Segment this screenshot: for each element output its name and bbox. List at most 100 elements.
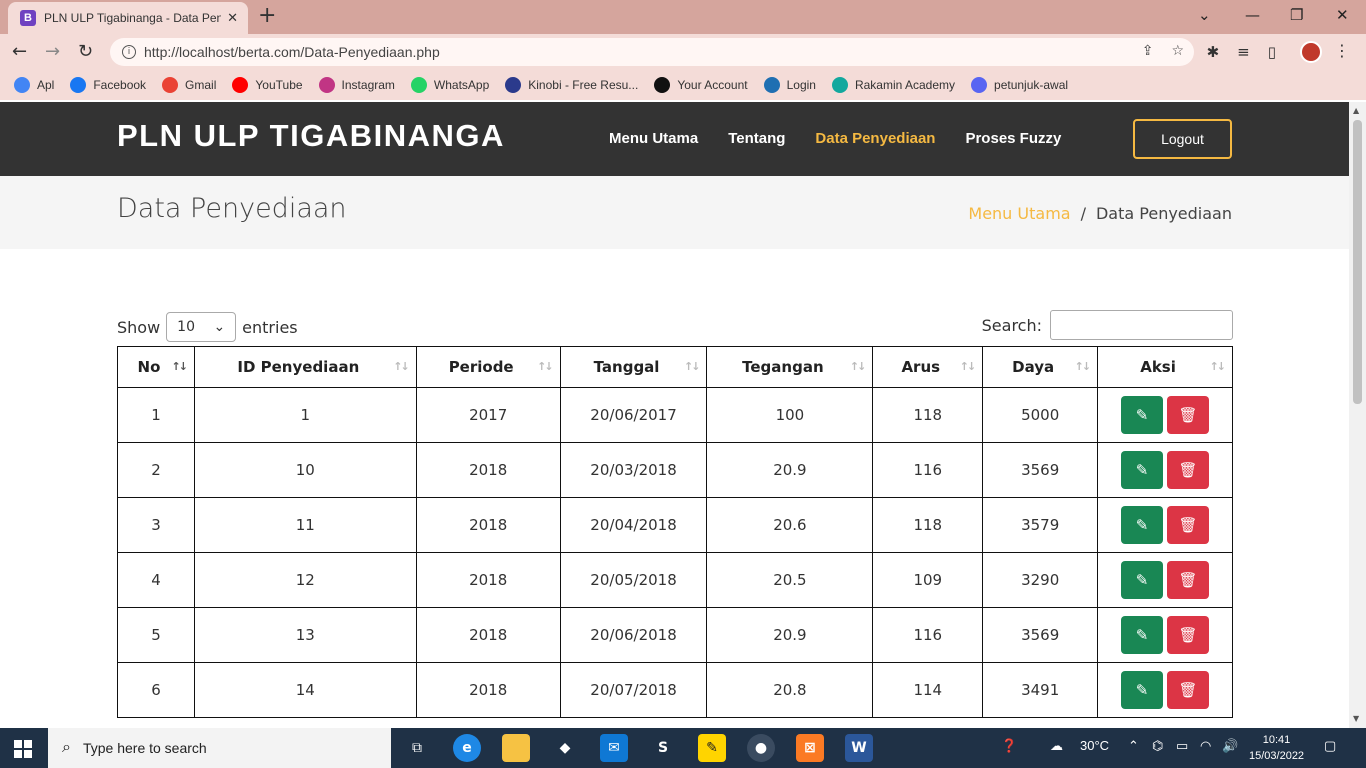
bookmark-star-icon[interactable]: ☆ — [1171, 43, 1184, 59]
windows-start-icon[interactable] — [14, 740, 32, 758]
sublime-icon[interactable]: S — [649, 734, 677, 762]
profile-avatar[interactable] — [1300, 41, 1322, 63]
help-icon[interactable]: ❓ — [1001, 738, 1017, 754]
site-info-icon[interactable]: i — [122, 45, 136, 59]
edit-button[interactable]: ✎ — [1121, 506, 1164, 544]
page-length-select[interactable]: 10 ⌄ — [166, 312, 237, 342]
bookmark-item[interactable]: Kinobi - Free Resu... — [505, 77, 638, 93]
weather-cloud-icon[interactable]: ☁ — [1050, 738, 1063, 754]
reload-icon[interactable]: ↻ — [78, 41, 93, 62]
sticky-notes-icon[interactable]: ✎ — [698, 734, 726, 762]
bookmark-label: Facebook — [93, 78, 147, 92]
site-brand[interactable]: PLN ULP TIGABINANGA — [117, 118, 505, 154]
nav-data-penyediaan[interactable]: Data Penyediaan — [815, 130, 935, 147]
column-header[interactable]: Aksi ↑↓ — [1097, 346, 1233, 388]
bookmark-item[interactable]: Gmail — [162, 77, 216, 93]
back-icon[interactable]: ← — [12, 41, 27, 62]
search-label: Search: — [981, 315, 1042, 335]
bookmark-item[interactable]: Instagram — [318, 77, 395, 93]
table-cell-periode: 2018 — [415, 442, 561, 498]
delete-button[interactable]: 🗑 — [1167, 506, 1210, 544]
page-scrollbar[interactable]: ▲ ▼ — [1349, 102, 1366, 728]
xampp-icon[interactable]: ⊠ — [796, 734, 824, 762]
nav-proses-fuzzy[interactable]: Proses Fuzzy — [965, 130, 1061, 147]
mail-icon[interactable]: ✉ — [600, 734, 628, 762]
table-cell-tegangan: 20.5 — [706, 552, 874, 608]
logout-button[interactable]: Logout — [1133, 119, 1232, 159]
tab-close-icon[interactable]: ✕ — [227, 11, 238, 26]
new-tab-icon[interactable]: + — [258, 5, 276, 27]
edit-button[interactable]: ✎ — [1121, 396, 1164, 434]
task-view-icon[interactable]: ⧉ — [403, 734, 431, 762]
notifications-icon[interactable]: ▢ — [1324, 738, 1336, 754]
forward-icon[interactable]: → — [45, 41, 60, 62]
maximize-icon[interactable]: ❐ — [1290, 6, 1303, 24]
battery-icon[interactable]: ▭ — [1176, 738, 1188, 754]
share-icon[interactable]: ⇪ — [1142, 43, 1154, 59]
delete-button[interactable]: 🗑 — [1167, 616, 1210, 654]
page-length-control: Show 10 ⌄ entries — [117, 312, 298, 342]
bookmark-item[interactable]: Your Account — [654, 77, 748, 93]
delete-button[interactable]: 🗑 — [1167, 561, 1210, 599]
media-queue-icon[interactable]: ≡ — [1237, 43, 1250, 61]
nav-menu-utama[interactable]: Menu Utama — [609, 130, 698, 147]
file-explorer-icon[interactable] — [502, 734, 530, 762]
table-cell-id: 1 — [193, 387, 417, 443]
breadcrumb-separator: / — [1080, 204, 1086, 223]
side-panel-icon[interactable]: ▯ — [1268, 43, 1276, 61]
extensions-puzzle-icon[interactable]: ✱ — [1207, 43, 1220, 61]
url-field[interactable]: i http://localhost/berta.com/Data-Penyed… — [110, 38, 1194, 66]
table-row: 3 11 2018 20/04/2018 20.6 118 3579 ✎ 🗑 — [117, 497, 1233, 553]
sort-icon: ↑↓ — [959, 360, 977, 373]
bookmark-item[interactable]: WhatsApp — [410, 77, 489, 93]
edit-button[interactable]: ✎ — [1121, 561, 1164, 599]
edit-button[interactable]: ✎ — [1121, 451, 1164, 489]
delete-button[interactable]: 🗑 — [1167, 396, 1210, 434]
browser-menu-icon[interactable]: ⋮ — [1334, 41, 1350, 60]
breadcrumb-home-link[interactable]: Menu Utama — [968, 204, 1070, 223]
edit-button[interactable]: ✎ — [1121, 616, 1164, 654]
bookmark-item[interactable]: Login — [763, 77, 816, 93]
scrollbar-thumb[interactable] — [1353, 120, 1362, 404]
word-icon[interactable]: W — [845, 734, 873, 762]
delete-button[interactable]: 🗑 — [1167, 451, 1210, 489]
bookmark-item[interactable]: Rakamin Academy — [831, 77, 955, 93]
windows-taskbar: ⌕ Type here to search ⧉ e ◆ ✉ S ✎ ● ⊠ W … — [0, 728, 1366, 768]
column-header[interactable]: ID Penyediaan ↑↓ — [193, 346, 417, 388]
table-cell-tegangan: 20.9 — [706, 607, 874, 663]
minimize-icon[interactable]: — — [1245, 6, 1260, 24]
column-header[interactable]: No ↑↓ — [117, 346, 195, 388]
network-icon[interactable]: ⌬ — [1152, 738, 1163, 754]
taskbar-clock[interactable]: 10:41 15/03/2022 — [1249, 732, 1304, 764]
search-input[interactable] — [1050, 310, 1233, 340]
column-header[interactable]: Periode ↑↓ — [415, 346, 561, 388]
tab-search-chevron-icon[interactable]: ⌄ — [1198, 6, 1211, 24]
data-table: No ↑↓ ID Penyediaan ↑↓ Periode ↑↓ Tanggal ↑↓ Teg… — [117, 346, 1233, 718]
close-window-icon[interactable]: ✕ — [1336, 6, 1349, 24]
column-header[interactable]: Tegangan ↑↓ — [706, 346, 874, 388]
column-header[interactable]: Tanggal ↑↓ — [559, 346, 708, 388]
wifi-icon[interactable]: ◠ — [1200, 738, 1211, 754]
tray-chevron-icon[interactable]: ⌃ — [1128, 738, 1139, 754]
column-header[interactable]: Daya ↑↓ — [982, 346, 1099, 388]
edit-icon: ✎ — [1135, 626, 1149, 644]
nav-tentang[interactable]: Tentang — [728, 130, 785, 147]
edit-icon: ✎ — [1135, 461, 1149, 479]
weather-temp[interactable]: 30°C — [1080, 738, 1109, 753]
edit-button[interactable]: ✎ — [1121, 671, 1164, 709]
scroll-down-icon[interactable]: ▼ — [1353, 714, 1359, 723]
volume-icon[interactable]: 🔊 — [1222, 738, 1238, 754]
chrome-icon[interactable]: ● — [747, 734, 775, 762]
taskbar-search-box[interactable]: ⌕ Type here to search — [48, 728, 391, 768]
column-header[interactable]: Arus ↑↓ — [872, 346, 984, 388]
bookmark-item[interactable]: petunjuk-awal — [971, 77, 1068, 93]
bookmark-item[interactable]: Apl — [14, 77, 54, 93]
scroll-up-icon[interactable]: ▲ — [1353, 106, 1359, 115]
dropbox-icon[interactable]: ◆ — [551, 734, 579, 762]
delete-button[interactable]: 🗑 — [1167, 671, 1210, 709]
edge-icon[interactable]: e — [453, 734, 481, 762]
table-row: 5 13 2018 20/06/2018 20.9 116 3569 ✎ 🗑 — [117, 607, 1233, 663]
bookmark-item[interactable]: YouTube — [232, 77, 303, 93]
bookmark-item[interactable]: Facebook — [70, 77, 146, 93]
browser-tab[interactable]: B PLN ULP Tigabinanga - Data Penyediaan … — [8, 2, 248, 34]
